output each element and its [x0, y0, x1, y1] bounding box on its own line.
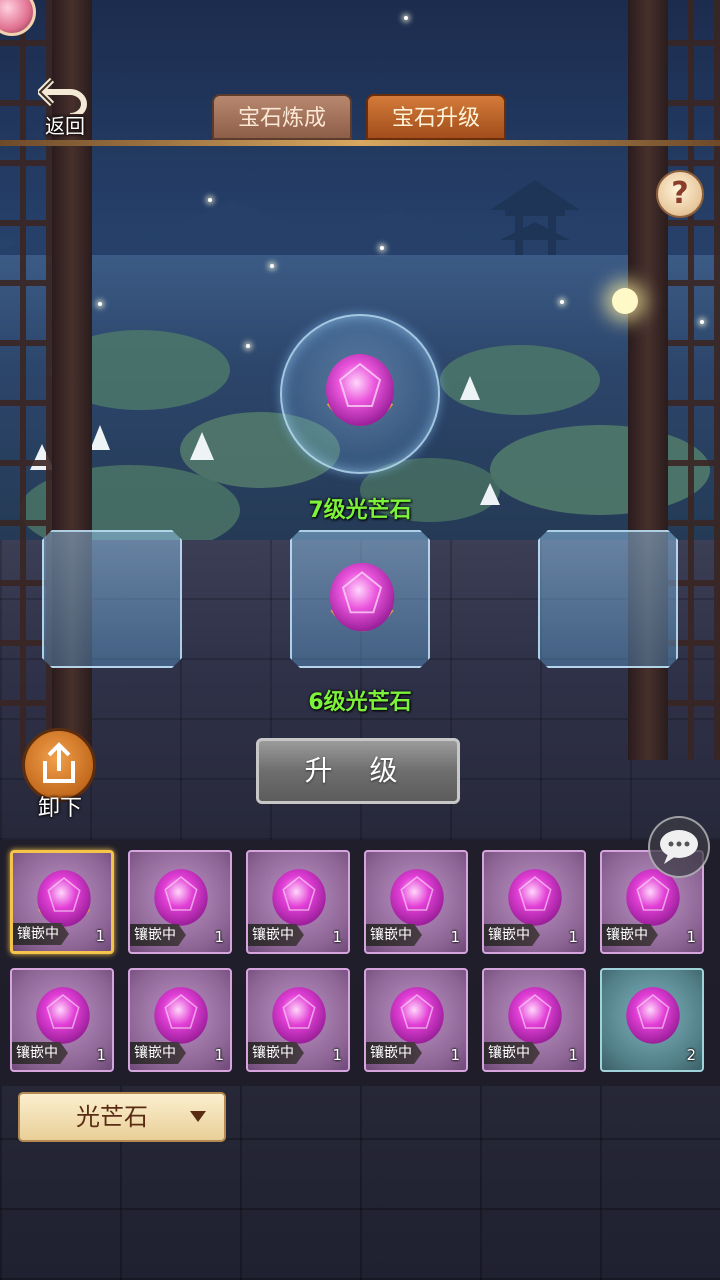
- equipped-tag: 镶嵌中: [12, 1042, 68, 1064]
- radiant-gem-icon: [154, 987, 208, 1044]
- result-gem-bubble[interactable]: [280, 314, 440, 474]
- radiant-gem-icon: [272, 869, 326, 926]
- item-count: 1: [450, 928, 460, 946]
- item-count: 1: [686, 928, 696, 946]
- radiant-gem-icon: [329, 562, 395, 632]
- inventory-gem-cell[interactable]: 镶嵌中 1: [482, 968, 586, 1072]
- filter-label: 光芒石: [76, 1103, 148, 1131]
- radiant-gem-icon: [390, 869, 444, 926]
- item-count: 1: [332, 1046, 342, 1064]
- item-count: 1: [96, 1046, 106, 1064]
- equipped-tag: 镶嵌中: [484, 1042, 540, 1064]
- material-gem-name: 6级光芒石: [308, 690, 412, 715]
- item-count: 1: [214, 928, 224, 946]
- firefly: [270, 264, 274, 268]
- result-gem-name: 7级光芒石: [308, 498, 412, 523]
- item-count: 1: [450, 1046, 460, 1064]
- material-slot-center[interactable]: [290, 530, 430, 668]
- equipped-tag: 镶嵌中: [130, 1042, 186, 1064]
- upgrade-button[interactable]: 升 级: [256, 738, 460, 804]
- radiant-gem-icon: [36, 987, 90, 1044]
- share-upload-icon: [43, 742, 75, 783]
- inventory-gem-cell[interactable]: 镶嵌中 1: [128, 968, 232, 1072]
- equipped-tag: 镶嵌中: [248, 924, 304, 946]
- firefly: [700, 320, 704, 324]
- radiant-gem-icon: [390, 987, 444, 1044]
- help-button[interactable]: ?: [656, 170, 704, 218]
- firefly: [208, 198, 212, 202]
- back-button[interactable]: 返回: [30, 74, 100, 138]
- firefly: [246, 344, 250, 348]
- radiant-gem-icon: [508, 987, 562, 1044]
- back-arrow-icon: [38, 77, 87, 114]
- equipped-tag: 镶嵌中: [366, 1042, 422, 1064]
- inventory-gem-cell[interactable]: 镶嵌中 1: [246, 968, 350, 1072]
- material-slot-left[interactable]: [42, 530, 182, 668]
- inventory-gem-cell[interactable]: 2: [600, 968, 704, 1072]
- radiant-gem-icon: [154, 869, 208, 926]
- dropdown-arrow-icon: [190, 1111, 206, 1122]
- inventory-gem-cell[interactable]: 镶嵌中 1: [128, 850, 232, 954]
- question-icon: ?: [671, 176, 689, 211]
- unload-label: 卸下: [37, 796, 82, 821]
- moon-glow: [612, 288, 638, 314]
- gem-type-filter-dropdown[interactable]: 光芒石: [18, 1092, 226, 1142]
- chat-bubble-icon: [660, 830, 698, 864]
- item-count: 1: [568, 928, 578, 946]
- inventory-gem-cell[interactable]: 镶嵌中 1: [10, 968, 114, 1072]
- tab-gem-refine[interactable]: 宝石炼成: [212, 94, 352, 140]
- equipped-tag: 镶嵌中: [130, 924, 186, 946]
- inventory-gem-cell[interactable]: 镶嵌中 1: [246, 850, 350, 954]
- equipped-tag: 镶嵌中: [602, 924, 658, 946]
- inventory-gem-cell[interactable]: 镶嵌中 1: [364, 968, 468, 1072]
- back-label: 返回: [45, 114, 85, 138]
- firefly: [560, 300, 564, 304]
- top-divider: [0, 140, 720, 146]
- firefly: [404, 16, 408, 20]
- item-count: 1: [568, 1046, 578, 1064]
- unload-button[interactable]: 卸下: [18, 728, 102, 821]
- equipped-tag: 镶嵌中: [366, 924, 422, 946]
- equipped-tag: 镶嵌中: [248, 1042, 304, 1064]
- chat-button[interactable]: [648, 816, 710, 878]
- equipped-tag: 镶嵌中: [484, 924, 540, 946]
- material-slot-right[interactable]: [538, 530, 678, 668]
- radiant-gem-icon: [326, 354, 394, 426]
- inventory-gem-cell[interactable]: 镶嵌中 1: [482, 850, 586, 954]
- firefly: [380, 246, 384, 250]
- item-count: 1: [332, 928, 342, 946]
- inventory-gem-cell[interactable]: 镶嵌中 1: [10, 850, 114, 954]
- tab-gem-upgrade[interactable]: 宝石升级: [366, 94, 506, 140]
- firefly: [98, 302, 102, 306]
- item-count: 1: [214, 1046, 224, 1064]
- item-count: 2: [686, 1046, 696, 1064]
- radiant-gem-icon: [272, 987, 326, 1044]
- equipped-tag: 镶嵌中: [13, 923, 69, 945]
- inventory-gem-cell[interactable]: 镶嵌中 1: [364, 850, 468, 954]
- radiant-gem-icon: [626, 987, 680, 1044]
- radiant-gem-icon: [508, 869, 562, 926]
- item-count: 1: [95, 927, 105, 945]
